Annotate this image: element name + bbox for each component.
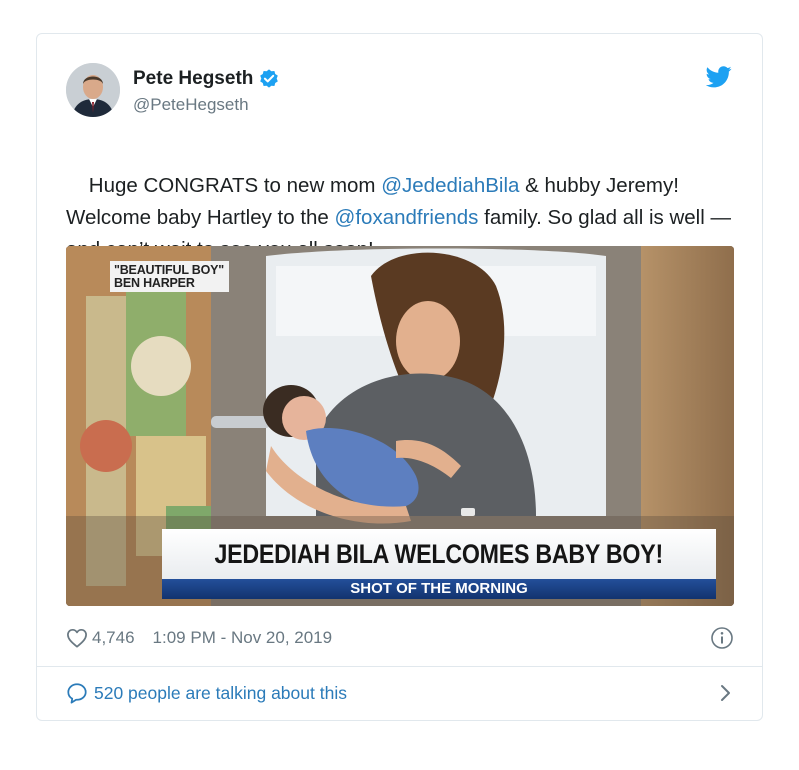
twitter-bird-icon[interactable] bbox=[706, 66, 732, 88]
avatar[interactable] bbox=[66, 63, 120, 117]
headline-text: JEDEDIAH BILA WELCOMES BABY BOY! bbox=[214, 539, 664, 569]
conversation-link[interactable]: 520 people are talking about this bbox=[66, 679, 734, 707]
mention-link[interactable]: @foxandfriends bbox=[335, 206, 479, 229]
tweet-media-image[interactable]: "BEAUTIFUL BOY" BEN HARPER JEDEDIAH BILA… bbox=[66, 246, 734, 606]
heart-icon[interactable] bbox=[66, 628, 88, 648]
verified-badge-icon bbox=[260, 69, 279, 88]
ticker-bar: SHOT OF THE MORNING bbox=[162, 579, 716, 599]
like-count[interactable]: 4,746 bbox=[92, 628, 135, 648]
author-name[interactable]: Pete Hegseth bbox=[133, 68, 253, 90]
divider bbox=[37, 666, 762, 667]
avatar-photo bbox=[66, 63, 120, 117]
chevron-right-icon bbox=[721, 685, 730, 701]
timestamp-link[interactable]: 1:09 PM - Nov 20, 2019 bbox=[153, 628, 333, 648]
info-icon[interactable] bbox=[710, 626, 734, 650]
music-tag: "BEAUTIFUL BOY" BEN HARPER bbox=[110, 261, 230, 292]
tweet-meta: 4,746 1:09 PM - Nov 20, 2019 bbox=[66, 625, 734, 651]
tweet-card: Pete Hegseth @PeteHegseth Huge CONGRATS … bbox=[36, 33, 763, 721]
music-tag-artist: BEN HARPER bbox=[114, 276, 195, 290]
lower-third-headline: JEDEDIAH BILA WELCOMES BABY BOY! bbox=[162, 529, 716, 579]
tweet-text-part: Huge CONGRATS to new mom bbox=[88, 174, 382, 197]
conversation-label: 520 people are talking about this bbox=[94, 682, 347, 703]
author-handle[interactable]: @PeteHegseth bbox=[133, 95, 280, 115]
mention-link[interactable]: @JedediahBila bbox=[381, 174, 519, 197]
author-block: Pete Hegseth @PeteHegseth bbox=[133, 67, 280, 115]
speech-bubble-icon bbox=[67, 683, 87, 704]
